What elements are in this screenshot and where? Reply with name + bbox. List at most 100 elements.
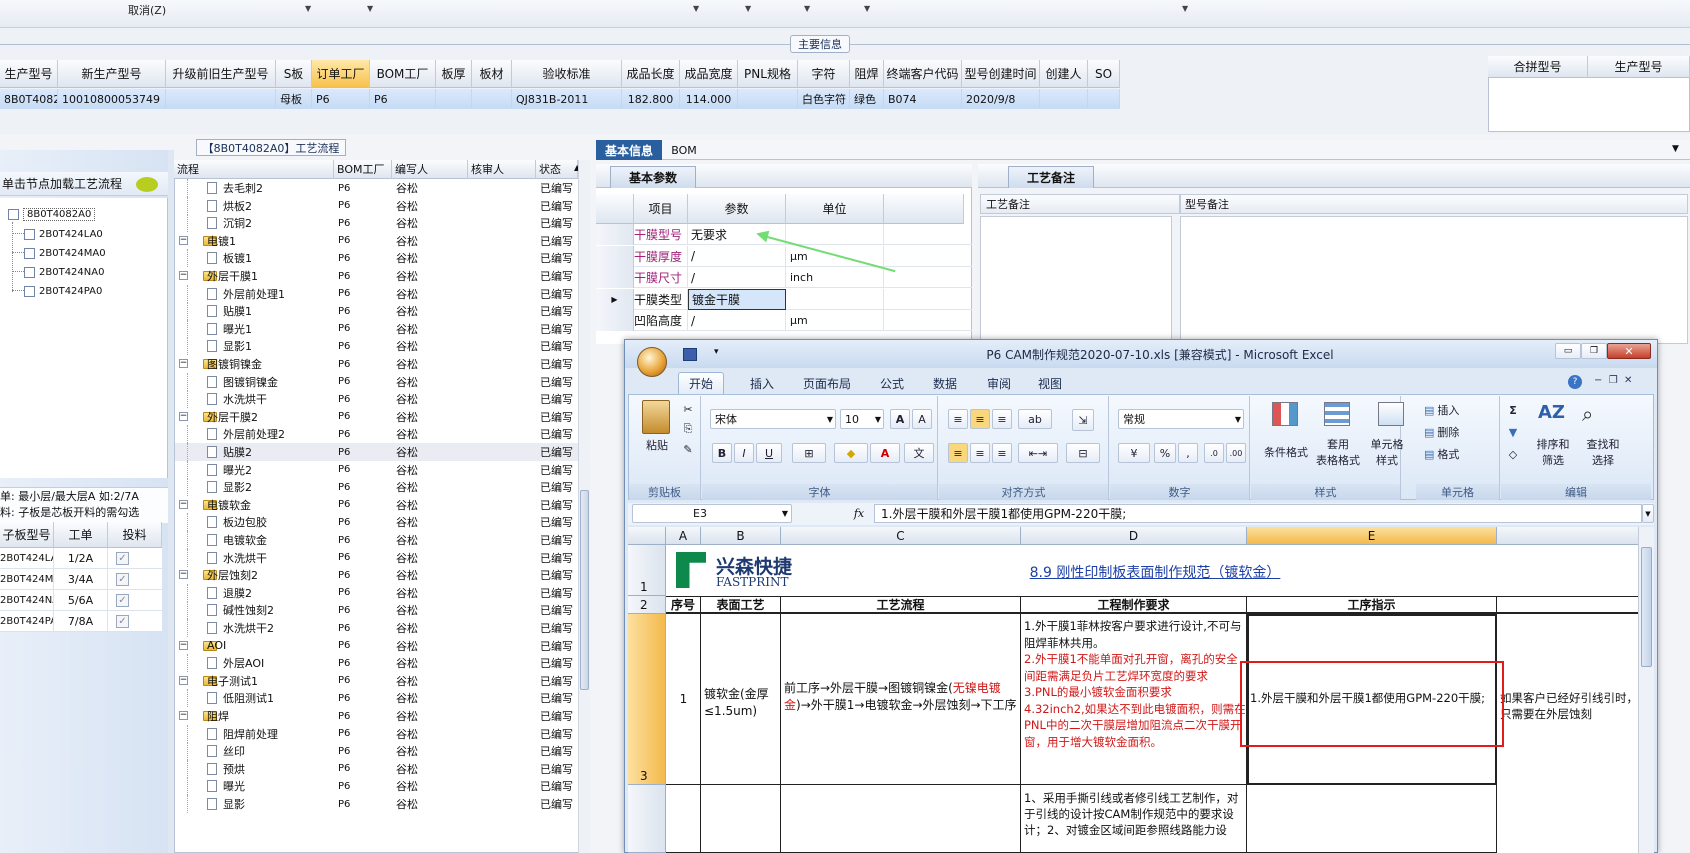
sort-filter-icon[interactable]: AZ [1538, 402, 1565, 428]
find-select-button[interactable]: 查找和 选择 [1578, 436, 1628, 468]
tree-root[interactable]: 8B0T4082A0 [8, 206, 96, 222]
minimize-button[interactable]: ▭ [1555, 343, 1581, 359]
tree-child[interactable]: 2B0T424PA0 [24, 283, 102, 299]
column-header-A[interactable]: A [666, 527, 701, 545]
indent-button[interactable]: ⇤⇥ [1018, 443, 1058, 463]
param-value[interactable]: / [688, 310, 786, 331]
collapse-icon[interactable]: − [179, 711, 188, 720]
sheet-cell[interactable] [666, 785, 701, 853]
merge-button[interactable]: ⊟ [1066, 443, 1100, 463]
process-col-4[interactable]: 状态 [536, 160, 578, 179]
process-col-0[interactable]: 流程 [174, 160, 334, 179]
main-info-col-6[interactable]: 板厚 [436, 60, 472, 88]
column-header-next[interactable] [1497, 527, 1638, 545]
orientation-button[interactable]: ab [1018, 409, 1052, 429]
collapse-icon[interactable]: − [179, 640, 188, 650]
sub-col-0[interactable]: 子板型号 [0, 522, 54, 548]
scroll-thumb[interactable] [580, 490, 589, 690]
ribbon-tab-2[interactable]: 页面布局 [792, 372, 862, 394]
main-info-col-2[interactable]: 升级前旧生产型号 [166, 60, 276, 88]
main-info-col-1[interactable]: 新生产型号 [58, 60, 166, 88]
collapse-arrow-icon[interactable]: ▼ [1672, 144, 1679, 154]
table-format-icon[interactable] [1324, 402, 1350, 426]
close-button[interactable]: ✕ [1607, 343, 1651, 359]
fill-color-button[interactable]: ◆ [834, 443, 868, 463]
select-all-corner[interactable] [628, 527, 666, 545]
clear-icon[interactable]: ◇ [1504, 446, 1522, 462]
currency-button[interactable]: ¥ [1118, 443, 1150, 463]
collapse-icon[interactable]: − [179, 499, 188, 509]
increase-decimal-button[interactable]: .0 [1204, 443, 1224, 463]
feed-checkbox[interactable]: ✓ [116, 573, 129, 586]
ribbon-tab-4[interactable]: 数据 [922, 372, 968, 394]
conditional-format-button[interactable]: 条件格式 [1258, 436, 1314, 468]
model-remark-box[interactable] [1180, 216, 1688, 344]
align-bottom-button[interactable]: ≡ [992, 409, 1012, 429]
expand-formula-button[interactable]: ▼ [1642, 504, 1654, 523]
main-info-col-3[interactable]: S板 [276, 60, 312, 88]
number-format-select[interactable]: 常规 ▼ [1118, 409, 1244, 429]
merge-col-0[interactable]: 合拼型号 [1488, 56, 1588, 78]
main-info-col-9[interactable]: 成品长度 [622, 60, 680, 88]
ribbon-tab-0[interactable]: 开始 [678, 372, 724, 394]
insert-cells-button[interactable]: ▤ 插入 [1424, 402, 1459, 418]
sheet-cell[interactable] [781, 785, 1021, 853]
process-remark-box[interactable] [980, 216, 1172, 344]
tree-child[interactable]: 2B0T424NA0 [24, 264, 104, 280]
align-middle-button[interactable]: ≡ [970, 409, 990, 429]
conditional-format-icon[interactable] [1272, 402, 1298, 426]
cell-style-button[interactable]: 单元格 样式 [1364, 436, 1410, 468]
param-value[interactable]: 无要求 [688, 224, 786, 245]
column-header-C[interactable]: C [781, 527, 1021, 545]
underline-button[interactable]: U [756, 443, 782, 463]
name-box[interactable]: E3 ▼ [632, 504, 792, 523]
tree-child[interactable]: 2B0T424MA0 [24, 245, 106, 261]
feed-checkbox[interactable]: ✓ [116, 615, 129, 628]
fx-button[interactable]: fx [848, 505, 870, 522]
font-color-button[interactable]: A [870, 443, 900, 463]
collapse-icon[interactable]: − [179, 271, 188, 280]
row-header[interactable]: 2 [628, 596, 666, 614]
align-left-button[interactable]: ≡ [948, 443, 968, 463]
font-size-select[interactable]: 10 ▼ [840, 409, 884, 429]
find-select-icon[interactable]: ⌕ [1582, 402, 1608, 428]
qat-dropdown-icon[interactable]: ▾ [714, 347, 719, 357]
process-scrollbar[interactable] [578, 160, 590, 853]
collapse-icon[interactable]: − [179, 570, 188, 580]
align-center-button[interactable]: ≡ [970, 443, 990, 463]
wrap-text-button[interactable]: ⇲ [1072, 409, 1094, 431]
ribbon-tab-6[interactable]: 视图 [1030, 372, 1070, 394]
tab-bom[interactable]: BOM [664, 140, 704, 160]
ribbon-tab-5[interactable]: 审阅 [976, 372, 1022, 394]
sheet-cell[interactable] [1247, 785, 1497, 853]
office-button-icon[interactable] [637, 347, 667, 377]
format-cells-button[interactable]: ▤ 格式 [1424, 446, 1459, 462]
table-format-button[interactable]: 套用 表格格式 [1310, 436, 1366, 468]
percent-button[interactable]: % [1154, 443, 1176, 463]
sort-filter-button[interactable]: 排序和 筛选 [1528, 436, 1578, 468]
main-info-col-13[interactable]: 阻焊 [850, 60, 884, 88]
grow-font-button[interactable]: A [890, 409, 910, 429]
sub-col-2[interactable]: 投料 [108, 522, 162, 548]
main-info-row[interactable]: 8B0T4082A010010800053749母板P6P6QJ831B-201… [0, 89, 1120, 109]
tree-child[interactable]: 2B0T424LA0 [24, 226, 103, 242]
sheet-cell[interactable] [701, 785, 781, 853]
main-info-col-0[interactable]: 生产型号 [0, 60, 58, 88]
row-header[interactable]: 3 [628, 614, 666, 785]
delete-cells-button[interactable]: ▤ 删除 [1424, 424, 1459, 440]
collapse-icon[interactable]: − [179, 235, 188, 245]
process-col-2[interactable]: 编写人 [392, 160, 468, 179]
format-painter-icon[interactable]: ✎ [680, 442, 696, 456]
main-info-col-16[interactable]: 创建人 [1040, 60, 1088, 88]
vertical-scrollbar[interactable] [1638, 527, 1654, 853]
tab-basic-info[interactable]: 基本信息 [596, 140, 662, 160]
main-info-col-10[interactable]: 成品宽度 [680, 60, 738, 88]
fill-icon[interactable]: ▼ [1504, 424, 1522, 440]
param-value[interactable]: 镀金干膜 [688, 288, 786, 310]
collapse-icon[interactable]: − [179, 411, 188, 421]
bold-button[interactable]: B [712, 443, 732, 463]
border-button[interactable]: ⊞ [792, 443, 826, 463]
shrink-font-button[interactable]: A [912, 409, 932, 429]
cell-style-icon[interactable] [1378, 402, 1404, 426]
ribbon-tab-3[interactable]: 公式 [870, 372, 914, 394]
